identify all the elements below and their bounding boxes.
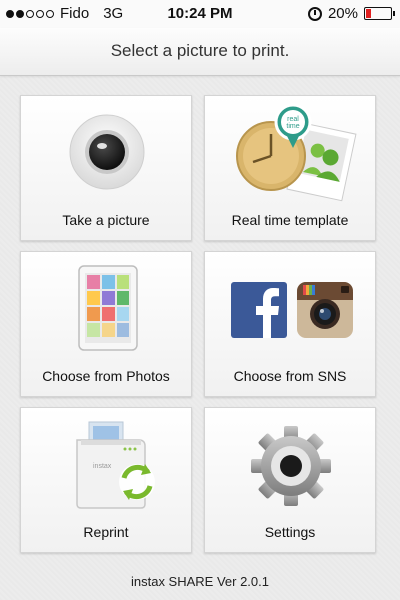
settings-button[interactable]: Settings <box>204 407 376 553</box>
battery-icon <box>364 7 395 20</box>
facebook-icon <box>231 282 287 338</box>
status-right: 20% <box>307 5 395 22</box>
choose-from-photos-label: Choose from Photos <box>42 368 170 384</box>
sns-icons <box>231 282 353 338</box>
printer-reprint-icon: instax <box>76 421 155 509</box>
take-picture-button[interactable]: Take a picture <box>20 95 192 241</box>
gear-icon <box>251 426 331 506</box>
printer-brand-text: instax <box>93 463 112 470</box>
real-time-badge-text-2: time <box>286 123 299 130</box>
reprint-label: Reprint <box>83 524 129 540</box>
choose-from-photos-button[interactable]: Choose from Photos <box>20 251 192 397</box>
app-version: instax SHARE Ver 2.0.1 <box>130 574 269 589</box>
settings-label: Settings <box>264 524 316 540</box>
instagram-icon <box>297 282 353 338</box>
page-title: Select a picture to print. <box>0 28 400 76</box>
camera-icon <box>69 114 145 190</box>
real-time-template-icon: real time <box>236 103 357 202</box>
take-picture-label: Take a picture <box>62 212 150 228</box>
reprint-arrows-icon <box>119 464 155 500</box>
battery-fill <box>366 9 371 18</box>
alarm-icon <box>307 6 322 21</box>
real-time-template-button[interactable]: real time Real time template <box>204 95 376 241</box>
reprint-button[interactable]: instax Reprint <box>20 407 192 553</box>
real-time-template-label: Real time template <box>231 212 349 228</box>
choose-from-sns-label: Choose from SNS <box>233 368 347 384</box>
status-bar: Fido 3G 10:24 PM 20% <box>0 0 400 28</box>
real-time-badge-text-1: real <box>287 116 299 123</box>
battery-percent: 20% <box>327 5 358 22</box>
photos-tablet-icon <box>78 265 138 351</box>
choose-from-sns-button[interactable]: Choose from SNS <box>204 251 376 397</box>
